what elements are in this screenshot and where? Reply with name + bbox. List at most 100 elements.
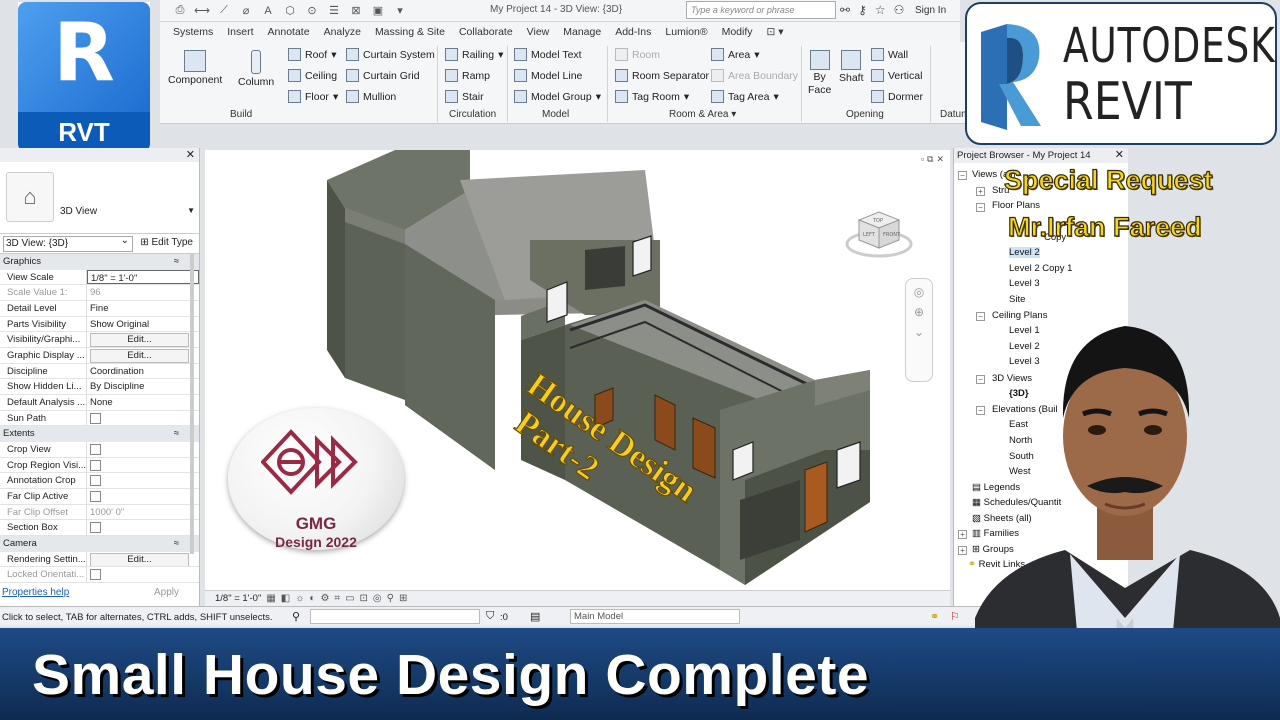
section-extents[interactable]: Extents ≈ [0,426,199,442]
model-line-button[interactable]: Model Line [514,69,582,82]
edit-button[interactable]: Edit... [90,552,189,567]
tab-massing-site[interactable]: Massing & Site [368,24,452,40]
customize-icon[interactable]: ▾ [392,4,408,18]
checkbox[interactable] [90,490,101,502]
close-hidden-icon[interactable]: ⊠ [348,4,364,18]
dimension-icon[interactable]: ⌀ [238,4,254,18]
collapse-icon[interactable]: ≈ [174,536,179,551]
ceiling-button[interactable]: Ceiling [288,69,337,82]
print-icon[interactable]: ⎙ [172,4,188,18]
tree-node-floor-plans[interactable]: Floor Plans [992,200,1040,211]
filter-icon[interactable]: ⛉ [486,610,494,623]
checkbox[interactable] [90,569,101,581]
ramp-button[interactable]: Ramp [445,69,490,82]
section-icon[interactable]: ⊙ [304,4,320,18]
area-button[interactable]: Area ▾ [711,48,759,61]
worksets-icon[interactable]: ⚲ [292,610,300,623]
tab-manage[interactable]: Manage [556,24,608,40]
expand-toggle-icon[interactable]: + [958,530,967,539]
view-instance-dropdown[interactable]: 3D View: {3D} [3,235,133,252]
switch-windows-icon[interactable]: ▣ [370,4,386,18]
tab-modify[interactable]: Modify [715,24,760,40]
nav-menu-icon[interactable]: ⌄ [906,325,932,339]
sign-in-button[interactable]: Sign In [915,5,946,16]
property-value[interactable] [87,442,199,457]
design-option-dropdown[interactable]: Main Model [570,609,740,624]
panel-label-room-area[interactable]: Room & Area ▾ [669,109,736,120]
tab-insert[interactable]: Insert [220,24,260,40]
checkbox[interactable] [90,459,101,471]
collapse-icon[interactable]: ≈ [174,426,179,441]
model-group-button[interactable]: Model Group ▾ [514,90,601,103]
3d-view-icon[interactable]: ⬡ [282,4,298,18]
shaft-button[interactable]: Shaft [839,50,864,84]
properties-help-link[interactable]: Properties help [2,587,69,598]
property-value[interactable] [87,411,199,426]
property-value[interactable] [87,473,199,488]
crop-region-icon[interactable]: ▭ [345,593,354,604]
design-options-icon[interactable]: ▤ [530,610,540,623]
apply-button[interactable]: Apply [154,587,179,598]
tab-analyze[interactable]: Analyze [317,24,368,40]
property-value[interactable]: 96 [87,285,199,300]
property-value[interactable]: 1000' 0" [87,505,199,520]
tab-overflow-icon[interactable]: ⊡ ▾ [760,24,791,40]
edit-type-button[interactable]: ⊞ Edit Type [140,237,193,248]
floor-button[interactable]: Floor ▾ [288,90,338,103]
view-scale[interactable]: 1/8" = 1'-0" [215,593,261,604]
tree-node-level-2-copy[interactable]: Level 2 Copy 1 [1009,263,1072,274]
by-face-button[interactable]: By Face [808,50,831,96]
curtain-system-button[interactable]: Curtain System [346,48,435,61]
properties-scrollbar[interactable] [190,254,194,554]
expand-toggle-icon[interactable]: + [976,187,985,196]
collapse-toggle-icon[interactable]: − [958,171,967,180]
close-icon[interactable]: ✕ [936,154,944,165]
property-value[interactable]: Fine [87,301,199,316]
measure-icon[interactable]: ⟷ [194,4,210,18]
user-icon[interactable]: ⚇ [894,3,905,17]
thin-lines-icon[interactable]: ☰ [326,4,342,18]
restore-icon[interactable]: ⧉ [927,154,933,165]
property-value[interactable] [87,520,199,535]
type-selector[interactable]: ⌂ 3D View ▼ [0,162,199,234]
expand-toggle-icon[interactable]: + [958,546,967,555]
property-value[interactable]: None [87,395,199,410]
reveal-hidden-icon[interactable]: ⚲ [387,593,394,604]
property-value[interactable]: Edit... [87,552,199,567]
column-button[interactable]: Column [238,50,274,88]
links-select-icon[interactable]: ⚭ [930,610,939,623]
vertical-opening-button[interactable]: Vertical [871,69,922,82]
key-icon[interactable]: ⚷ [858,3,867,17]
line-icon[interactable]: ⟋ [216,4,232,18]
mullion-button[interactable]: Mullion [346,90,396,103]
visual-style-icon[interactable]: ◧ [281,593,290,604]
search-input[interactable]: Type a keyword or phrase [686,1,836,19]
select-pinned-icon[interactable]: ⚐ [950,610,960,623]
temporary-hide-icon[interactable]: ◎ [373,593,382,604]
property-value[interactable]: 1/8" = 1'-0" [87,269,199,285]
chevron-down-icon[interactable]: ▼ [187,206,195,215]
viewcube[interactable]: TOP LEFT FRONT [845,208,913,260]
property-value[interactable]: Show Original [87,317,199,332]
dormer-button[interactable]: Dormer [871,90,923,103]
curtain-grid-button[interactable]: Curtain Grid [346,69,420,82]
property-value[interactable] [87,458,199,473]
tree-node-level-2[interactable]: Level 2 [1009,247,1040,258]
zoom-icon[interactable]: ⊕ [906,305,932,319]
workset-dropdown[interactable] [310,609,480,624]
room-separator-button[interactable]: Room Separator [615,69,709,82]
checkbox[interactable] [90,475,101,487]
binoculars-icon[interactable]: ⚯ [840,3,850,17]
wall-opening-button[interactable]: Wall [871,48,908,61]
tab-lumion[interactable]: Lumion® [658,24,714,40]
star-icon[interactable]: ☆ [875,3,886,17]
edit-button[interactable]: Edit... [90,348,189,363]
tab-systems[interactable]: Systems [166,24,220,40]
tab-view[interactable]: View [520,24,557,40]
component-button[interactable]: Component [168,50,222,86]
property-value[interactable]: Edit... [87,348,199,363]
tree-node-site[interactable]: Site [1009,294,1025,305]
collapse-toggle-icon[interactable]: − [976,203,985,212]
lock-icon[interactable]: ⊡ [360,593,368,604]
tab-annotate[interactable]: Annotate [261,24,317,40]
